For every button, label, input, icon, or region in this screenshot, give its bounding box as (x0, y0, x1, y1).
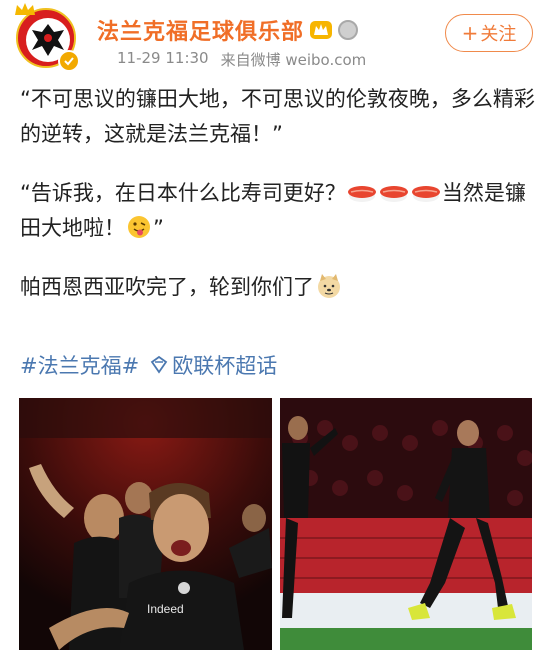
post-paragraph-2-end: ” (153, 216, 164, 240)
sushi-icon (347, 186, 376, 202)
vip-icon[interactable] (310, 21, 333, 39)
post-paragraph-3: 帕西恩西亚吹完了，轮到你们了 (20, 270, 535, 305)
plus-icon: + (461, 21, 479, 45)
crown-icon (15, 3, 35, 15)
avatar[interactable] (15, 3, 80, 72)
post-paragraph-2: “告诉我，在日本什么比寿司更好？ 当然是镰田大地啦！” (20, 176, 535, 246)
verified-icon (58, 50, 80, 72)
username[interactable]: 法兰克福足球俱乐部 (97, 14, 304, 46)
super-topic-link[interactable]: 欧联杯超话 (149, 350, 277, 380)
post-source: 来自微博 weibo.com (220, 51, 367, 69)
post-paragraph-1: “不可思议的镰田大地，不可思议的伦敦夜晚，多么精彩的逆转，这就是法兰克福！” (20, 87, 535, 146)
follow-button[interactable]: + 关注 (445, 14, 533, 52)
username-row: 法兰克福足球俱乐部 (97, 14, 359, 46)
super-topic-icon (150, 355, 168, 374)
sushi-icon (411, 186, 440, 202)
post-content: “不可思议的镰田大地，不可思议的伦敦夜晚，多么精彩的逆转，这就是法兰克福！” “… (20, 82, 535, 329)
post-paragraph-2-start: “告诉我，在日本什么比寿司更好？ (20, 181, 346, 205)
medal-icon[interactable] (338, 20, 359, 40)
follow-label: 关注 (480, 24, 517, 45)
super-topic-label: 欧联杯超话 (172, 354, 278, 378)
post-paragraph-3-text: 帕西恩西亚吹完了，轮到你们了 (20, 275, 314, 299)
post-tags: #法兰克福# 欧联杯超话 (20, 350, 277, 380)
tongue-face-icon (128, 216, 150, 238)
doge-icon (318, 274, 340, 298)
post-meta: 11-29 11:30 来自微博 weibo.com (117, 49, 366, 70)
sushi-icon (379, 186, 408, 202)
hashtag-link[interactable]: #法兰克福# (20, 350, 139, 380)
photo-match-action[interactable] (280, 398, 532, 650)
jersey-sponsor-text: Indeed (147, 602, 184, 616)
post-time: 11-29 11:30 (117, 49, 209, 67)
photo-celebration[interactable]: Indeed (19, 398, 272, 650)
